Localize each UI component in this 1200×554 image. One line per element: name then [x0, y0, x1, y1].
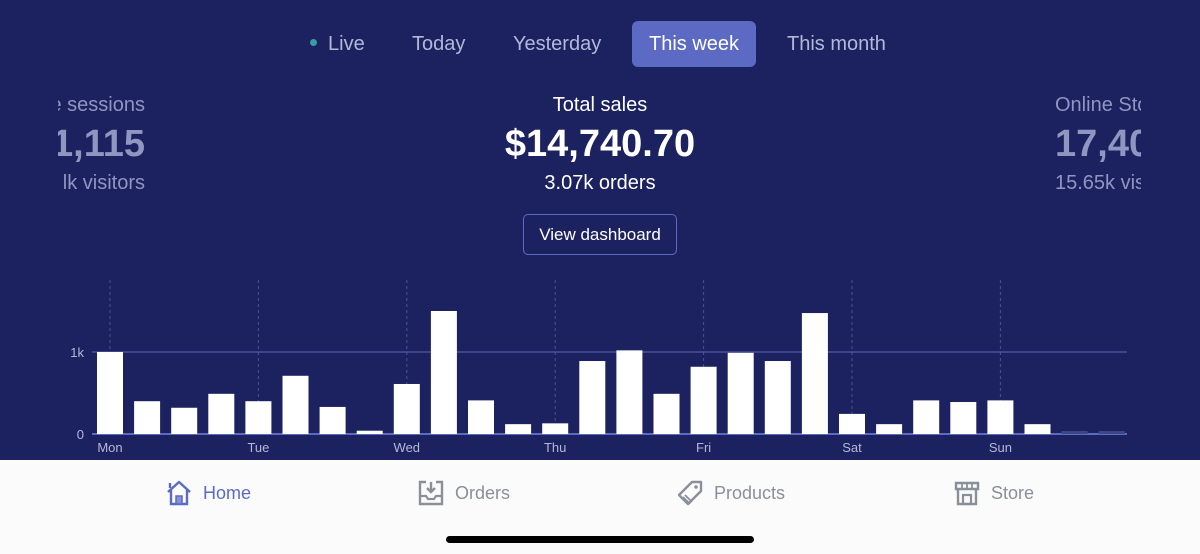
live-dot-icon: [310, 39, 317, 47]
tab-live[interactable]: Live: [293, 21, 382, 67]
bar: [950, 402, 977, 434]
future-bar: [1061, 431, 1088, 434]
nav-home[interactable]: Home: [165, 478, 251, 508]
bar: [913, 400, 940, 434]
total-sales-value: $14,740.70: [504, 123, 696, 165]
y-tick-label: 1k: [70, 345, 84, 360]
home-indicator: [446, 536, 754, 543]
bar: [727, 352, 754, 434]
x-tick-label: Fri: [696, 440, 711, 455]
store-icon: [954, 481, 980, 506]
nav-orders[interactable]: Orders: [417, 478, 510, 508]
nav-home-label: Home: [203, 482, 252, 503]
x-tick-label: Mon: [97, 440, 122, 455]
bar: [171, 407, 198, 434]
bar: [616, 350, 643, 434]
bar: [1024, 424, 1051, 434]
bar: [282, 375, 309, 434]
sessions-visitors: lk visitors: [62, 172, 145, 194]
bar: [653, 393, 680, 434]
tab-label: This week: [649, 33, 740, 55]
analytics-panel: Live Today Yesterday This week This mont…: [0, 0, 1200, 460]
bottom-tab-bar: Home Orders Products Store: [0, 460, 1200, 528]
bar: [134, 401, 161, 434]
bar: [876, 424, 903, 434]
x-tick-label: Sat: [842, 440, 862, 455]
tab-this-month[interactable]: This month: [770, 21, 903, 67]
tab-label: Today: [412, 33, 466, 55]
online-store-value: 17,40: [1055, 123, 1141, 165]
bar: [319, 406, 346, 434]
nav-products-label: Products: [714, 482, 786, 503]
bar: [393, 383, 420, 434]
online-store-label: Online Sto: [1055, 94, 1141, 116]
y-tick-label: 0: [77, 427, 84, 442]
bar: [430, 311, 457, 434]
date-range-tabs: Live Today Yesterday This week This mont…: [0, 21, 1200, 67]
bar: [245, 401, 272, 434]
bar: [987, 400, 1014, 434]
future-bar: [1098, 431, 1125, 434]
bar: [801, 313, 828, 434]
bar: [839, 413, 865, 434]
online-store-visitors: 15.65k vis: [1055, 172, 1141, 194]
view-dashboard-button[interactable]: View dashboard: [523, 214, 677, 255]
tab-this-week[interactable]: This week: [632, 21, 757, 67]
home-icon: [167, 480, 191, 506]
sessions-value: 1,115: [58, 123, 145, 165]
nav-store[interactable]: Store: [953, 478, 1034, 508]
sessions-label: e sessions: [58, 94, 145, 116]
tab-label: Yesterday: [513, 33, 602, 55]
bar: [542, 423, 569, 434]
total-sales-label: Total sales: [552, 94, 648, 116]
sales-bar-chart: 0 1k Mon Tue Wed Thu Fri Sat Sun: [70, 280, 1127, 455]
tab-yesterday[interactable]: Yesterday: [496, 21, 618, 67]
bar: [97, 352, 123, 434]
bar: [356, 430, 383, 434]
tag-icon: [677, 480, 703, 506]
x-tick-label: Thu: [544, 440, 566, 455]
total-sales-metric-card: Total sales $14,740.70 3.07k orders: [400, 92, 800, 196]
x-tick-label: Sun: [989, 440, 1012, 455]
bar: [468, 400, 494, 434]
tab-label: This month: [787, 33, 886, 55]
bar: [505, 424, 532, 434]
x-tick-label: Wed: [394, 440, 421, 455]
sessions-metric-card[interactable]: e sessions 1,115 lk visitors: [58, 92, 158, 202]
bar: [690, 366, 717, 434]
tab-today[interactable]: Today: [395, 21, 482, 67]
nav-orders-label: Orders: [455, 482, 511, 503]
tab-label: Live: [328, 33, 365, 55]
bar: [579, 361, 606, 434]
x-tick-label: Tue: [247, 440, 269, 455]
online-store-metric-card[interactable]: Online Sto 17,40 15.65k vis: [1055, 92, 1141, 202]
orders-count: 3.07k orders: [544, 172, 656, 194]
nav-products[interactable]: Products: [676, 478, 785, 508]
nav-store-label: Store: [991, 482, 1035, 503]
bar: [764, 361, 791, 434]
bar: [208, 393, 235, 434]
orders-icon: [418, 480, 444, 506]
